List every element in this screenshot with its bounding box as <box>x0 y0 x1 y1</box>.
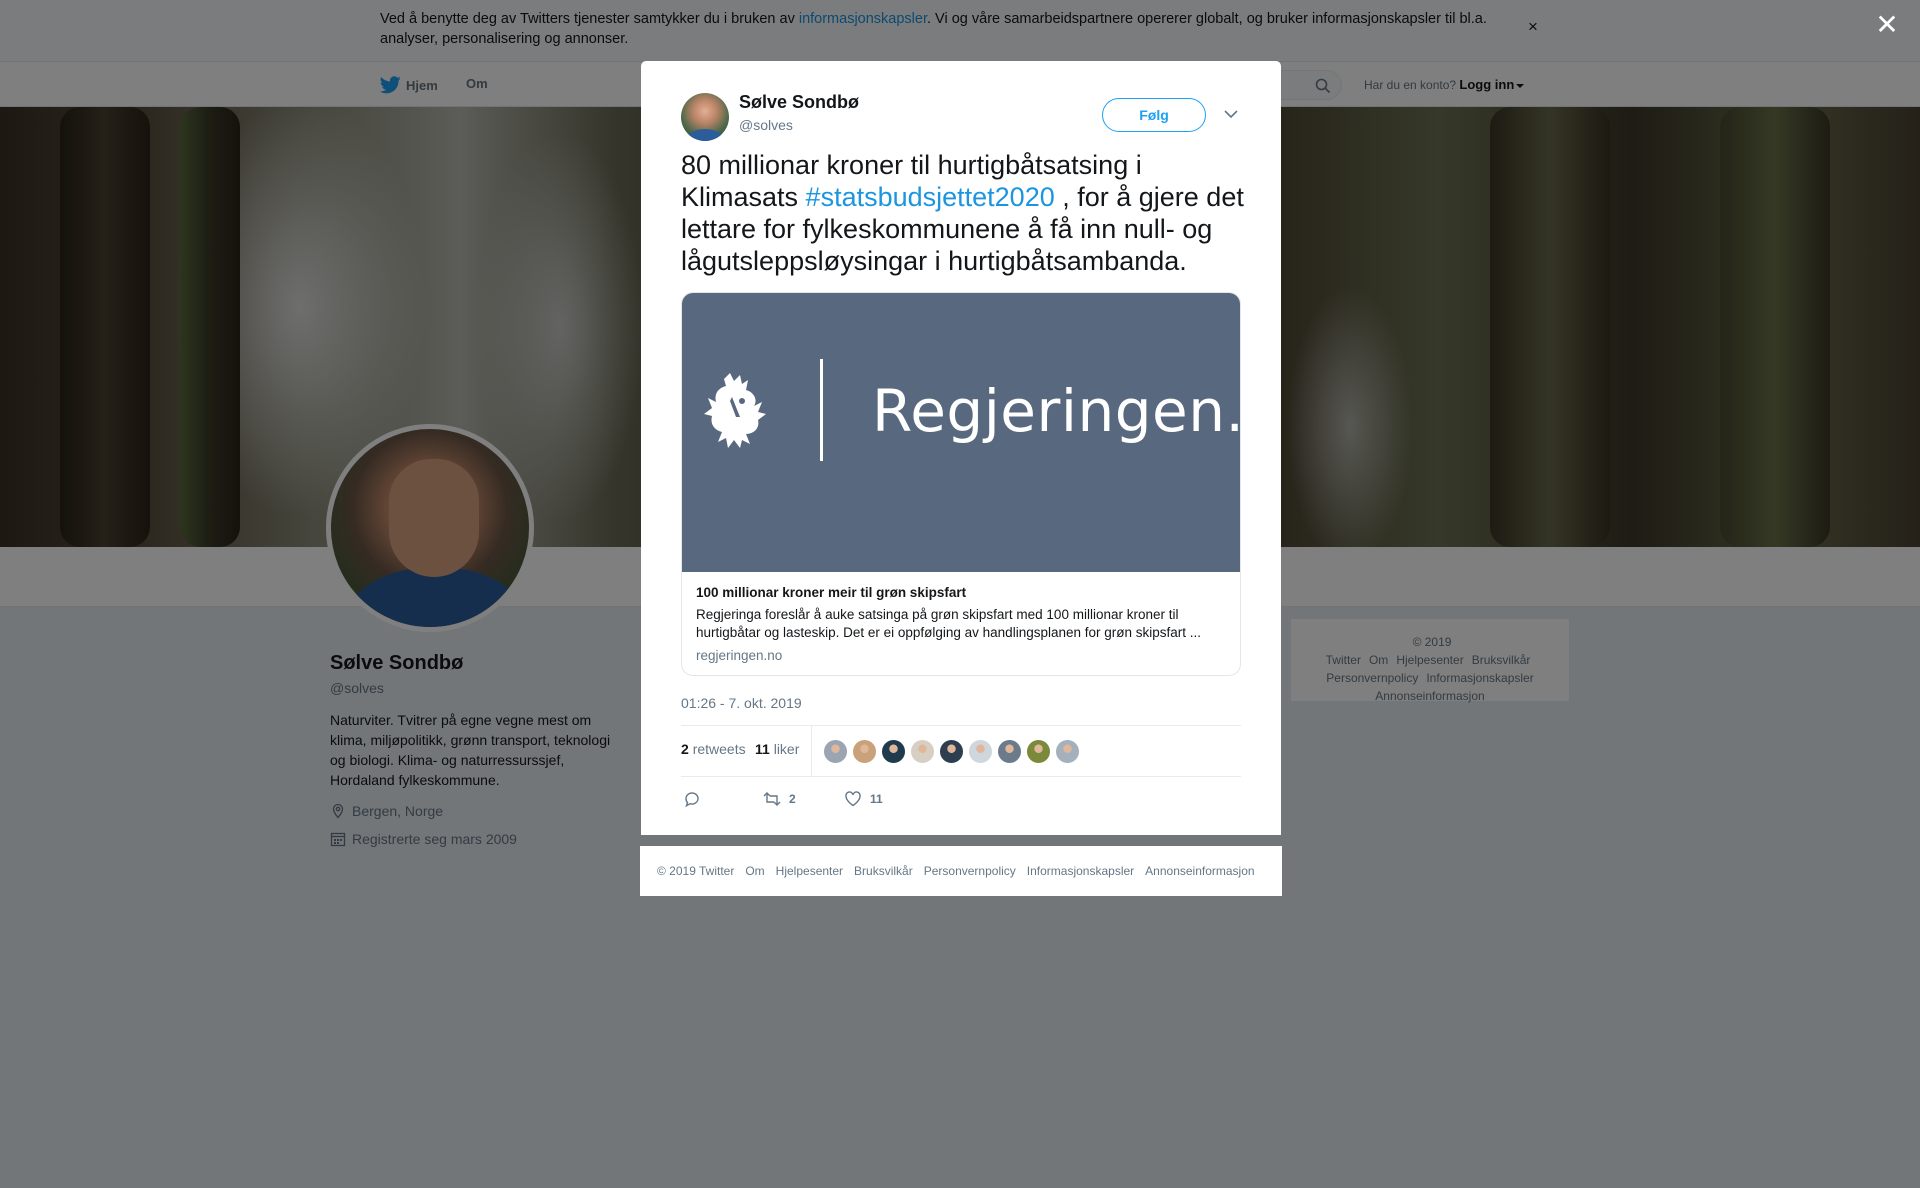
author-avatar-shirt <box>687 129 723 141</box>
modal-footer-link-cookies[interactable]: Informasjonskapsler <box>1027 864 1134 878</box>
retweet-action-count: 2 <box>789 792 796 806</box>
norwegian-lion-emblem-icon <box>704 373 766 448</box>
likers-avatar-list <box>823 739 1084 764</box>
author-avatar[interactable] <box>681 93 729 141</box>
close-icon[interactable]: ✕ <box>1872 10 1902 40</box>
tweet-timestamp[interactable]: 01:26 - 7. okt. 2019 <box>681 695 802 711</box>
modal-footer-link-help[interactable]: Hjelpesenter <box>776 864 843 878</box>
card-logo-text: Regjeringen.no <box>872 377 1241 445</box>
retweet-icon <box>763 792 781 806</box>
card-description: Regjeringa foreslår å auke satsinga på g… <box>696 607 1202 640</box>
link-preview-card[interactable]: Regjeringen.no 100 millionar kroner meir… <box>681 292 1241 676</box>
likes-count: 11 <box>755 741 770 757</box>
liker-avatar[interactable] <box>881 739 906 764</box>
tweet-actions: 2 11 <box>681 787 1241 817</box>
follow-button[interactable]: Følg <box>1102 98 1206 132</box>
retweets-stat[interactable]: 2 retweets <box>681 741 746 757</box>
stats-divider <box>811 726 812 776</box>
retweets-label: retweets <box>692 741 746 757</box>
modal-footer-link-ads-info[interactable]: Annonseinformasjon <box>1145 864 1254 878</box>
liker-avatar[interactable] <box>852 739 877 764</box>
retweets-count: 2 <box>681 741 689 757</box>
modal-footer: © 2019 Twitter Om Hjelpesenter Bruksvilk… <box>640 846 1282 896</box>
liker-avatar[interactable] <box>910 739 935 764</box>
modal-footer-link-terms[interactable]: Bruksvilkår <box>854 864 913 878</box>
tweet-hashtag-link[interactable]: #statsbudsjettet2020 <box>806 182 1055 212</box>
card-image: Regjeringen.no <box>682 293 1240 572</box>
tweet-permalink-modal: Sølve Sondbø @solves Følg 80 millionar k… <box>641 61 1281 835</box>
likes-stat[interactable]: 11 liker <box>755 741 799 757</box>
author-handle[interactable]: @solves <box>739 117 793 133</box>
liker-avatar[interactable] <box>823 739 848 764</box>
reply-icon <box>685 792 699 808</box>
liker-avatar[interactable] <box>968 739 993 764</box>
chevron-down-icon[interactable] <box>1222 105 1240 123</box>
author-name[interactable]: Sølve Sondbø <box>739 92 859 113</box>
liker-avatar[interactable] <box>1026 739 1051 764</box>
modal-footer-copyright: © 2019 Twitter <box>657 864 735 878</box>
heart-icon <box>845 791 861 807</box>
modal-footer-link-about[interactable]: Om <box>745 864 764 878</box>
card-logo-divider <box>820 359 823 461</box>
tweet-stats: 2 retweets 11 liker <box>681 725 1241 777</box>
liker-avatar[interactable] <box>1055 739 1080 764</box>
likes-label: liker <box>773 741 800 757</box>
like-action-count: 11 <box>870 792 883 806</box>
retweet-button[interactable]: 2 <box>763 790 796 808</box>
liker-avatar[interactable] <box>997 739 1022 764</box>
reply-button[interactable] <box>683 790 709 808</box>
tweet-text: 80 millionar kroner til hurtigbåtsatsing… <box>681 149 1251 277</box>
liker-avatar[interactable] <box>939 739 964 764</box>
card-title: 100 millionar kroner meir til grøn skips… <box>696 585 967 600</box>
like-button[interactable]: 11 <box>844 790 883 808</box>
modal-footer-link-privacy[interactable]: Personvernpolicy <box>924 864 1016 878</box>
card-domain: regjeringen.no <box>696 648 783 663</box>
